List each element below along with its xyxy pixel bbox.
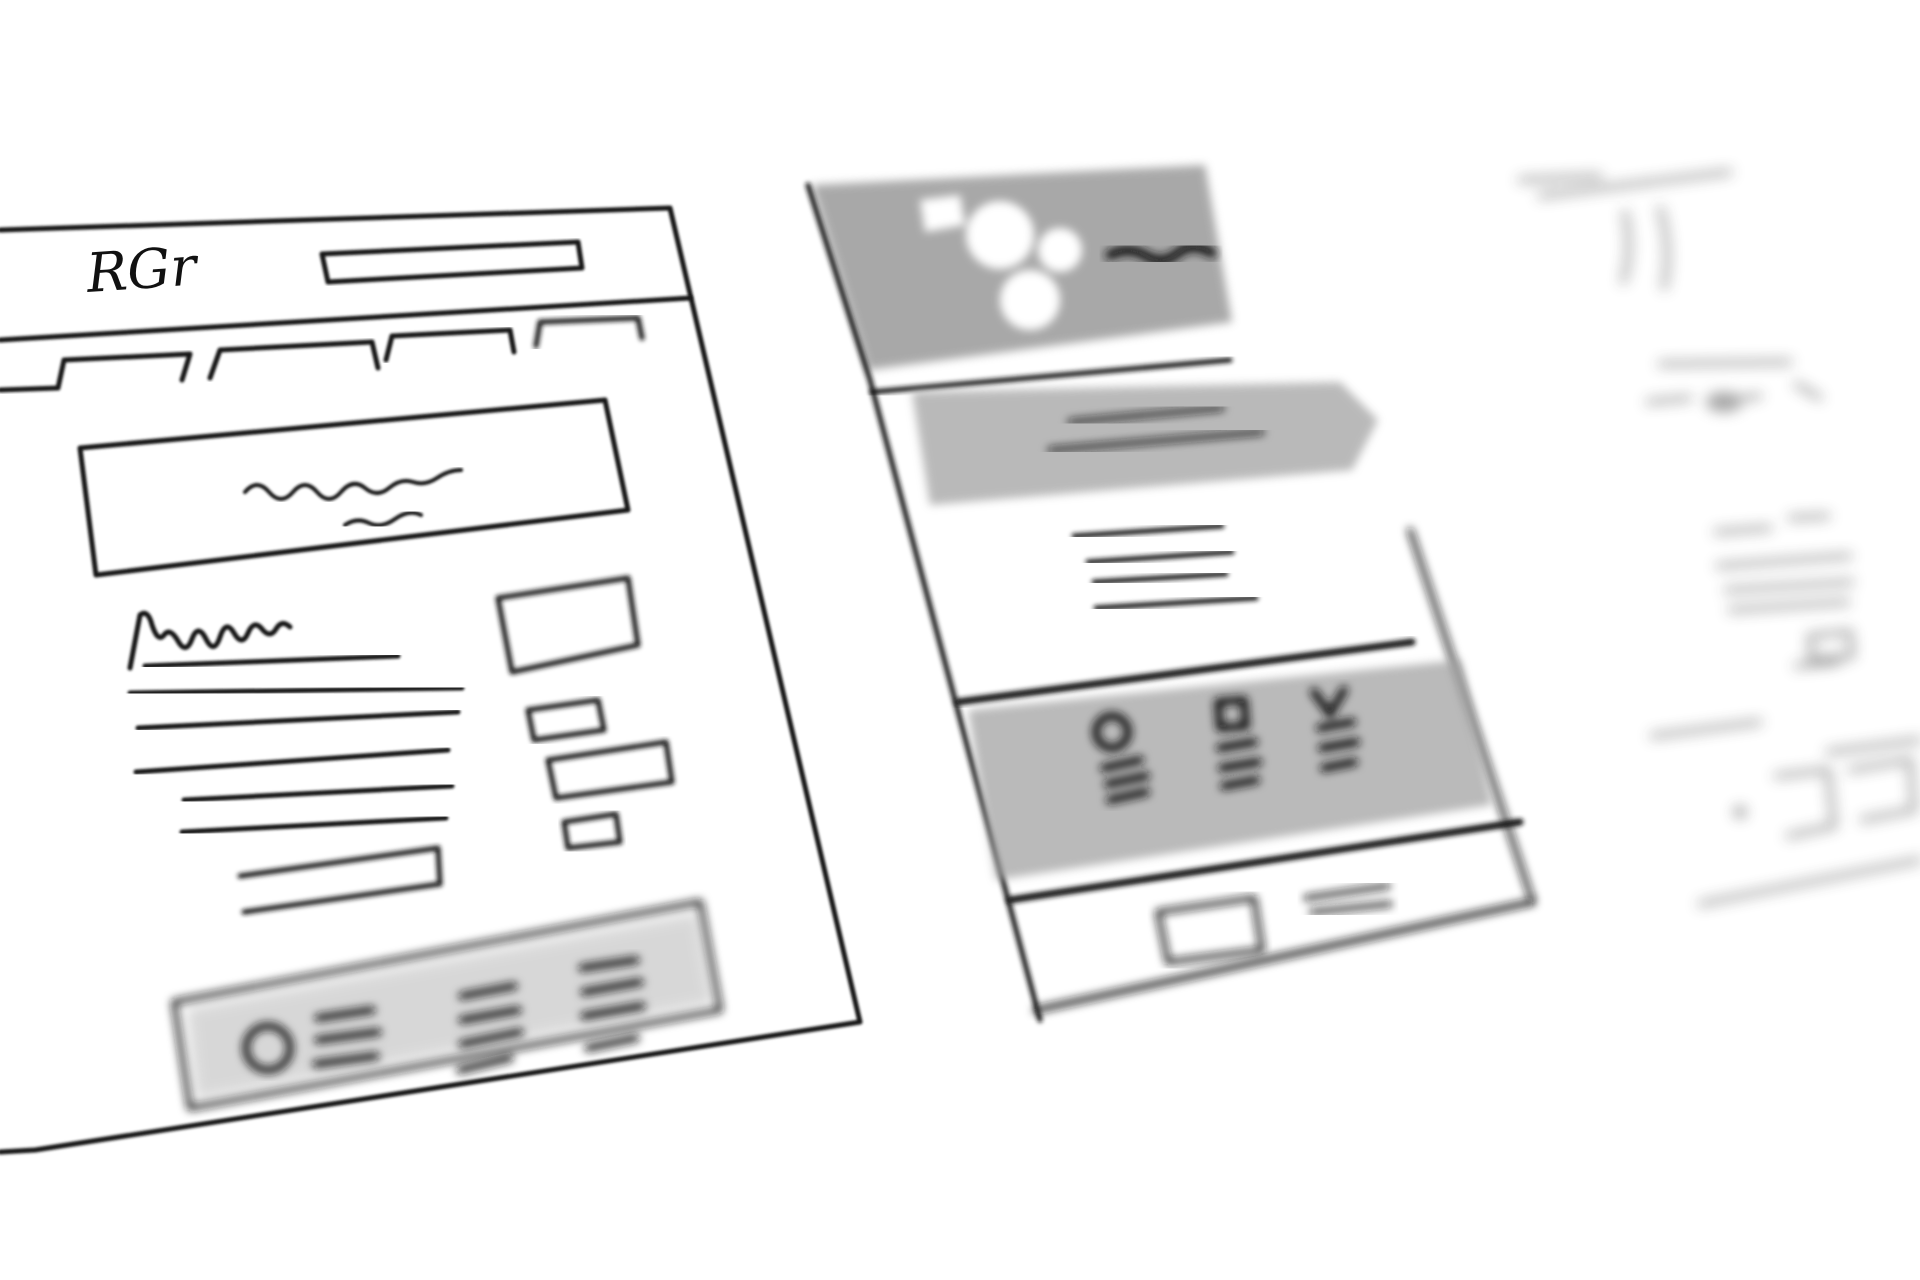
- tablet-footer-links: [1303, 883, 1393, 915]
- tablet-text-line-1: [1071, 523, 1225, 539]
- desktop-search-bar: [319, 239, 585, 285]
- mobile-text-line-3: [1723, 579, 1855, 593]
- desktop-small-box-1: [525, 697, 607, 743]
- mobile-small-box: [1807, 629, 1855, 663]
- desktop-small-box-3: [561, 811, 623, 851]
- desktop-image-placeholder: [495, 575, 641, 675]
- desktop-text-line-3: [135, 709, 461, 731]
- mobile-text-line-4: [1727, 599, 1851, 613]
- mobile-divider-2: [1649, 719, 1920, 755]
- desktop-nav-tab-4: [533, 315, 645, 349]
- desktop-small-box-2: [545, 739, 675, 801]
- desktop-nav-tab-3: [383, 327, 517, 363]
- sketch-svg: RGr: [0, 165, 1920, 1155]
- wireframe-sketch-canvas: RGr: [0, 0, 1920, 1280]
- tablet-hero-wash: [812, 165, 1232, 370]
- desktop-hero-subline: [343, 510, 423, 528]
- desktop-text-line-6: [179, 815, 449, 835]
- mobile-header-bar: [1517, 169, 1733, 199]
- tablet-text-line-2: [1085, 549, 1235, 565]
- desktop-cta-button: [237, 845, 443, 915]
- mobile-divider-1: [1657, 359, 1793, 367]
- mobile-nav-icon: [1706, 392, 1742, 412]
- mobile-footer-box-2: [1847, 757, 1917, 823]
- desktop-logo: RGr: [84, 234, 202, 305]
- mobile-wireframe: [1517, 169, 1920, 907]
- tablet-footer-box: [1155, 895, 1265, 965]
- mobile-footer-box-1: [1773, 767, 1837, 839]
- desktop-hero-scribble: [243, 468, 463, 501]
- desktop-hero-banner: [77, 397, 631, 578]
- desktop-text-line-1: [142, 653, 401, 669]
- mobile-frame-bottom: [1697, 857, 1920, 907]
- tablet-text-line-4: [1093, 595, 1259, 611]
- desktop-text-line-4: [133, 747, 451, 775]
- tablet-frame-bottom: [1033, 899, 1535, 1013]
- desktop-text-line-2: [127, 685, 465, 696]
- mobile-text-line-2: [1715, 553, 1853, 569]
- tablet-wireframe: [805, 165, 1535, 1023]
- desktop-text-line-5: [181, 783, 455, 803]
- tablet-text-line-3: [1091, 571, 1229, 585]
- mobile-dot: [1734, 806, 1746, 818]
- mobile-header-shape: [1620, 205, 1670, 291]
- mobile-text-line-1: [1713, 513, 1831, 535]
- desktop-wireframe: RGr: [0, 205, 863, 1155]
- desktop-nav-tab-1: [0, 351, 193, 393]
- desktop-nav-tab-2: [207, 339, 381, 381]
- mobile-small-line: [1793, 659, 1841, 669]
